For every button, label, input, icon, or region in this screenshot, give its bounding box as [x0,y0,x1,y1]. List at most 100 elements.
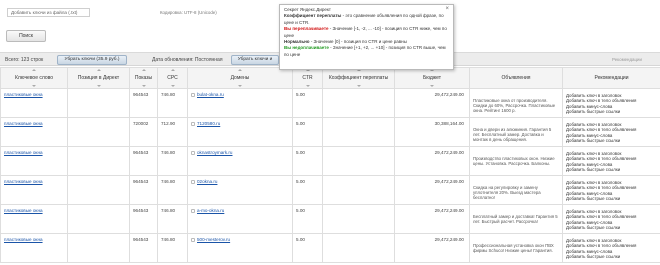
domain-cell: a-mo-okna.ru [187,204,293,234]
keyword-link[interactable]: пластиковые окна [4,179,43,184]
ctr-cell: 5.00 [292,117,323,147]
remove-keys-button-2[interactable]: Убрать ключи и [231,55,279,65]
col-ads[interactable]: Объявления [469,67,563,89]
remove-keys-button[interactable]: Убрать ключи (35.9 руб.) [57,55,127,65]
ctr-cell: 5.00 [292,88,323,118]
file-upload-input[interactable]: Добавить ключи из файла (.txt) [7,8,90,17]
shows-cell: 964543 [129,88,158,118]
position-cell [67,233,130,263]
keyword-link[interactable]: пластиковые окна [4,121,43,126]
overpay-cell [322,88,395,118]
cpc-cell: 746.80 [157,146,188,176]
cpc-cell: 746.80 [157,175,188,205]
ad-text-cell: Производство пластиковых окон. Низкие це… [469,146,563,176]
domain-link[interactable]: a-mo-okna.ru [197,208,224,213]
encoding-label: Кодировка: UTF-8 (Unicode) [160,10,217,15]
keyword-cell: пластиковые окна [0,88,68,118]
col-recommendations[interactable]: Рекомендации [562,67,660,89]
cpc-cell: 712.90 [157,117,188,147]
budget-cell: 29,472,249.00 [394,146,470,176]
recommendations-cell: Добавить ключ в заголовок Добавить ключ … [562,175,660,205]
ctr-cell: 5.00 [292,175,323,205]
domain-link[interactable]: 02okna.ru [197,179,217,184]
recommendations-cell: Добавить ключ в заголовок Добавить ключ … [562,146,660,176]
tooltip-definition: Коэффициент переплаты - это сравнение об… [284,13,444,25]
domain-cell: 500-mesterov.ru [187,233,293,263]
domain-cell: 7120580.ru [187,117,293,147]
position-cell [67,88,130,118]
col-shows[interactable]: Показы [129,67,158,89]
overpay-cell [322,146,395,176]
domain-link[interactable]: oknastroymark.ru [197,150,233,155]
domain-link[interactable]: 7120580.ru [197,121,220,126]
col-keyword[interactable]: Ключевое слово [0,67,68,89]
keyword-link[interactable]: пластиковые окна [4,92,43,97]
table-header-row: Ключевое слово Позиция в Директ Показы C… [0,67,660,89]
keyword-cell: пластиковые окна [0,117,68,147]
shows-cell: 964543 [129,204,158,234]
table-row: пластиковые окна 964543 746.80 bulat-okna.r… [0,88,660,118]
tooltip-underpaying: Вы недоплачиваете - Значение [+1, +2, ..… [284,45,446,57]
col-domains[interactable]: Домены [187,67,293,89]
ad-text-cell: Скидка на регулировку и замену уплотните… [469,175,563,205]
col-budget[interactable]: Бюджет [394,67,470,89]
favicon-icon [191,208,195,213]
update-date-label: Дата обновления: Постоянная [152,56,223,63]
budget-cell: 29,472,249.00 [394,175,470,205]
overpay-cell [322,175,395,205]
recommendations-cell: Добавить ключ в заголовок Добавить ключ … [562,117,660,147]
position-cell [67,146,130,176]
keyword-link[interactable]: пластиковые окна [4,150,43,155]
shows-cell: 964543 [129,175,158,205]
keyword-link[interactable]: пластиковые окна [4,208,43,213]
favicon-icon [191,237,195,242]
overpay-cell [322,117,395,147]
total-rows-label: Всего: 123 строк [5,56,44,63]
recommendations-cell: Добавить ключ в заголовок Добавить ключ … [562,88,660,118]
recommendations-cell: Добавить ключ в заголовок Добавить ключ … [562,233,660,263]
search-button[interactable]: Поиск [6,30,46,42]
domain-link[interactable]: 500-mesterov.ru [197,237,230,242]
ctr-cell: 5.00 [292,146,323,176]
budget-cell: 30,388,164.00 [394,117,470,147]
cpc-cell: 746.80 [157,233,188,263]
favicon-icon [191,92,195,97]
keyword-cell: пластиковые окна [0,146,68,176]
keywords-table: Ключевое слово Позиция в Директ Показы C… [0,67,660,263]
table-row: пластиковые окна 964543 746.80 oknastroymar… [0,146,660,176]
close-icon[interactable]: × [445,6,449,12]
keyword-cell: пластиковые окна [0,204,68,234]
toolbar-faint-text: Рекомендации [612,56,642,62]
col-position[interactable]: Позиция в Директ [67,67,130,89]
ad-text-cell: Пластиковые окна от производителя. Скидк… [469,88,563,118]
table-row: пластиковые окна 964543 746.80 02okna.ru 5.0… [0,175,660,205]
budget-cell: 29,472,249.00 [394,233,470,263]
cpc-cell: 746.80 [157,204,188,234]
tooltip-overpaying: Вы переплачиваете - Значение [-1, -2, ..… [284,26,447,38]
col-ctr[interactable]: CTR [292,67,323,89]
overpay-cell [322,204,395,234]
ad-text-cell: Бесплатный замер и доставка! Гарантия 5 … [469,204,563,234]
ctr-cell: 5.00 [292,204,323,234]
position-cell [67,204,130,234]
budget-cell: 29,472,249.00 [394,204,470,234]
domain-link[interactable]: bulat-okna.ru [197,92,224,97]
keyword-link[interactable]: пластиковые окна [4,237,43,242]
table-row: пластиковые окна 964543 746.80 500-mesterov… [0,233,660,263]
favicon-icon [191,179,195,184]
budget-cell: 29,472,249.00 [394,88,470,118]
shows-cell: 720002 [129,117,158,147]
recommendations-cell: Добавить ключ в заголовок Добавить ключ … [562,204,660,234]
overpay-cell [322,233,395,263]
ad-text-cell: Окна и двери из алюминия. Гарантия 5 лет… [469,117,563,147]
keyword-cell: пластиковые окна [0,175,68,205]
position-cell [67,175,130,205]
col-cpc[interactable]: CPC [157,67,188,89]
position-cell [67,117,130,147]
favicon-icon [191,150,195,155]
domain-cell: bulat-okna.ru [187,88,293,118]
keyword-cell: пластиковые окна [0,233,68,263]
ad-text-cell: Профессиональная установка окон ПВХ фирм… [469,233,563,263]
col-overpay[interactable]: Коэффициент переплаты [322,67,395,89]
table-row: пластиковые окна 720002 712.90 7120580.ru 5.… [0,117,660,147]
